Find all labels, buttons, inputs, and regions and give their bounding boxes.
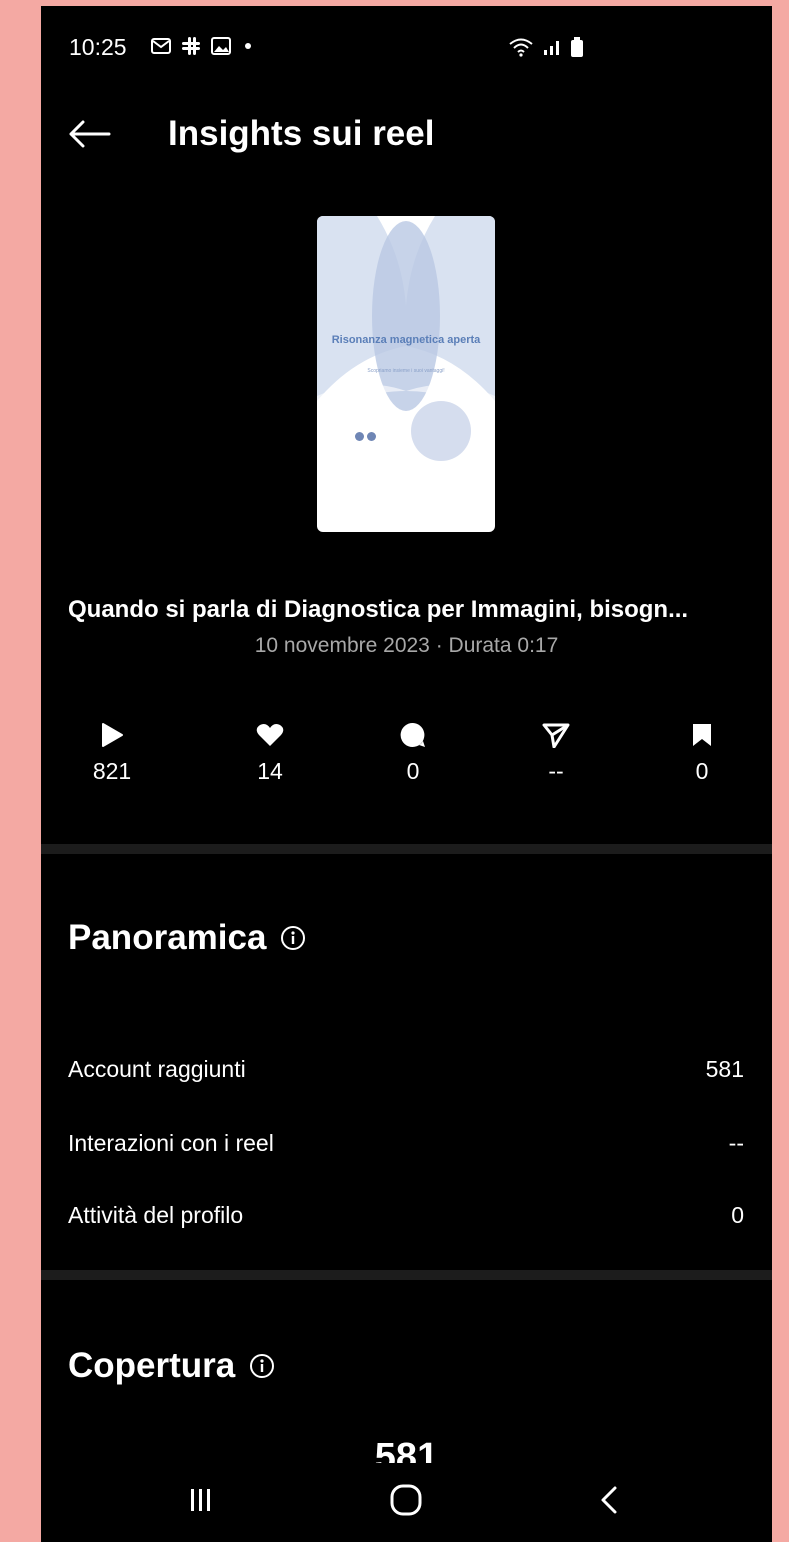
navigation-bar	[41, 1463, 772, 1542]
thumbnail-artwork	[317, 216, 495, 461]
thumbnail-logos	[355, 432, 376, 441]
overview-row-profile-activity[interactable]: Attività del profilo 0	[68, 1202, 744, 1229]
stat-likes[interactable]: 14	[220, 720, 320, 785]
overview-row-interactions[interactable]: Interazioni con i reel --	[68, 1130, 744, 1157]
wifi-icon	[508, 37, 534, 62]
signal-icon	[542, 38, 562, 61]
coverage-section-title: Copertura	[68, 1346, 275, 1386]
recent-apps-button[interactable]	[150, 1463, 250, 1542]
row-label: Account raggiunti	[68, 1056, 246, 1082]
overview-section-title: Panoramica	[68, 918, 306, 958]
thumbnail-subtitle: Scopriamo insieme i suoi vantaggi!	[367, 368, 445, 374]
page-title: Insights sui reel	[168, 114, 435, 153]
stat-value: 0	[406, 758, 420, 784]
reel-thumbnail[interactable]: Risonanza magnetica aperta Scopriamo ins…	[317, 216, 495, 532]
overview-title: Panoramica	[68, 918, 267, 957]
logo-icon	[367, 432, 376, 441]
stat-saves[interactable]: 0	[652, 720, 752, 785]
stat-comments[interactable]: 0	[363, 720, 463, 785]
stat-value: --	[548, 758, 564, 784]
comment-icon	[363, 720, 463, 750]
status-notification-icons	[151, 36, 255, 61]
play-icon	[62, 720, 162, 750]
thumbnail-title: Risonanza magnetica aperta	[331, 334, 481, 346]
status-time: 10:25	[69, 34, 127, 60]
gallery-icon	[211, 37, 231, 60]
row-value: 581	[705, 1056, 744, 1082]
row-value: 0	[731, 1202, 744, 1228]
arrow-left-icon	[67, 119, 111, 154]
system-back-button[interactable]	[559, 1463, 659, 1542]
stat-shares[interactable]: --	[506, 720, 606, 785]
mail-icon	[151, 37, 171, 60]
notification-dot-icon	[241, 39, 255, 58]
status-system-icons	[508, 36, 584, 63]
status-bar: 10:25	[41, 6, 772, 86]
bookmark-icon	[652, 720, 752, 750]
stat-value: 14	[257, 758, 283, 784]
row-value: --	[728, 1130, 744, 1156]
section-divider	[41, 1270, 772, 1280]
battery-icon	[570, 36, 584, 63]
stat-value: 0	[695, 758, 709, 784]
coverage-title: Copertura	[68, 1346, 236, 1385]
row-label: Attività del profilo	[68, 1202, 244, 1228]
logo-icon	[355, 432, 364, 441]
reel-caption: Quando si parla di Diagnostica per Immag…	[68, 596, 689, 623]
recent-apps-icon	[188, 1487, 212, 1518]
info-icon[interactable]	[249, 1353, 275, 1379]
header: Insights sui reel	[41, 106, 772, 166]
back-button[interactable]	[63, 110, 115, 162]
stat-plays[interactable]: 821	[62, 720, 162, 785]
reel-meta: 10 novembre 2023 · Durata 0:17	[254, 634, 559, 657]
overview-row-accounts-reached[interactable]: Account raggiunti 581	[68, 1056, 744, 1083]
info-icon[interactable]	[280, 925, 306, 951]
heart-icon	[220, 720, 320, 750]
slack-icon	[181, 36, 201, 61]
section-divider	[41, 844, 772, 854]
row-label: Interazioni con i reel	[68, 1130, 274, 1156]
home-button[interactable]	[356, 1463, 456, 1542]
share-icon	[506, 720, 606, 750]
back-chevron-icon	[599, 1485, 619, 1520]
phone-screen: 10:25 Insights sui reel Risonanza magnet…	[41, 6, 772, 1542]
stat-value: 821	[92, 758, 132, 784]
home-icon	[389, 1483, 423, 1522]
